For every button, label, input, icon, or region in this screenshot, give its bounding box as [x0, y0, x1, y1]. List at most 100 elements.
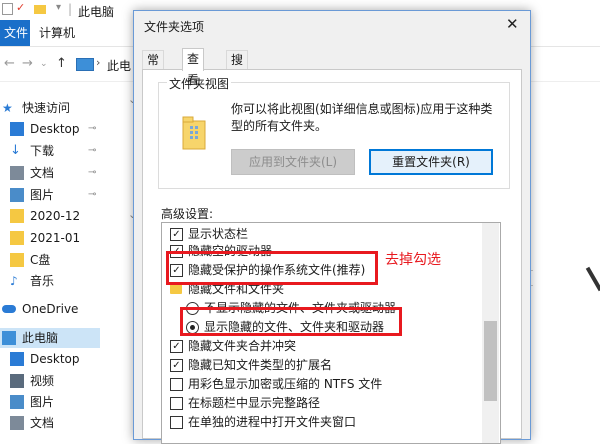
folder-view-group: 文件夹视图 你可以将此视图(如详细信息或图标)应用于这种类型的所有文件夹。 应用…: [158, 75, 510, 189]
sidebar-item-label: Desktop: [30, 122, 80, 136]
title-separator: |: [68, 2, 73, 16]
close-icon[interactable]: ✕: [506, 15, 519, 33]
pictures-icon: [10, 395, 24, 409]
sidebar-item[interactable]: 视频: [0, 371, 100, 391]
pin-icon[interactable]: ⊸: [88, 141, 96, 161]
tab-search[interactable]: 搜索: [226, 50, 249, 86]
advanced-settings-scrollbar[interactable]: [482, 223, 499, 443]
sidebar-item-label: Desktop: [30, 352, 80, 366]
folder-options-dialog: 文件夹选项 ✕ 常规 查看 搜索 文件夹视图 你可以将此视图(如详细信息或图标)…: [133, 10, 531, 444]
pin-icon[interactable]: ⊸: [88, 163, 96, 183]
advanced-option[interactable]: ✓ 隐藏文件夹合并冲突: [162, 336, 500, 356]
sidebar-item-label: 下载: [30, 144, 55, 158]
option-label: 用彩色显示加密或压缩的 NTFS 文件: [188, 377, 383, 391]
sidebar-item[interactable]: Desktop: [0, 349, 100, 369]
cloud-icon: [2, 305, 16, 313]
folder-icon: [10, 209, 24, 223]
document-icon: [10, 416, 24, 430]
folder-icon: [10, 253, 24, 267]
option-checkbox[interactable]: ✓: [170, 359, 183, 372]
option-checkbox[interactable]: [170, 416, 183, 429]
annotation-uncheck-text: 去掉勾选: [385, 252, 441, 268]
option-label: 在标题栏中显示完整路径: [188, 396, 321, 410]
sidebar-item-label: 视频: [30, 374, 55, 388]
desktop-icon: [10, 352, 24, 366]
sidebar-item[interactable]: ★ 快速访问: [0, 98, 100, 118]
sidebar-item[interactable]: ♪ 音乐: [0, 271, 100, 291]
pin-icon[interactable]: ⊸: [88, 185, 96, 205]
back-arrow-icon[interactable]: ←: [4, 56, 15, 71]
document-icon: [10, 166, 24, 180]
recent-dropdown-icon[interactable]: ⌄: [40, 59, 48, 69]
advanced-option[interactable]: 在单独的进程中打开文件夹窗口: [162, 412, 500, 432]
highlight-box-protected-files: [166, 251, 378, 285]
sidebar-item-label: 2021-01: [30, 231, 81, 245]
option-checkbox[interactable]: [170, 378, 183, 391]
sidebar-item[interactable]: C盘: [0, 250, 100, 270]
option-checkbox[interactable]: ✓: [170, 228, 183, 241]
option-label: 显示状态栏: [188, 227, 249, 241]
scrollbar-thumb[interactable]: [484, 321, 497, 401]
sidebar-item[interactable]: Desktop ⊸: [0, 119, 100, 139]
advanced-option[interactable]: 用彩色显示加密或压缩的 NTFS 文件: [162, 374, 500, 394]
folder-view-description: 你可以将此视图(如详细信息或图标)应用于这种类型的所有文件夹。: [231, 102, 493, 133]
desktop-icon: [10, 122, 24, 136]
advanced-option[interactable]: ✓ 显示状态栏: [162, 224, 500, 244]
option-checkbox[interactable]: ✓: [170, 340, 183, 353]
sidebar-item-label: 此电脑: [22, 331, 59, 345]
folder-icon: [10, 231, 24, 245]
download-icon: ↓: [10, 143, 21, 158]
sidebar-item[interactable]: 文档 ⊸: [0, 163, 100, 183]
option-checkbox[interactable]: [170, 397, 183, 410]
sidebar-item[interactable]: 图片 ⊸: [0, 185, 100, 205]
reset-folders-button[interactable]: 重置文件夹(R): [369, 149, 493, 175]
apply-to-folders-button[interactable]: 应用到文件夹(L): [231, 149, 355, 175]
computer-icon: [76, 58, 94, 71]
sidebar-item-label: 图片: [30, 395, 55, 409]
sidebar-item-label: 文档: [30, 166, 55, 180]
option-label: 在单独的进程中打开文件夹窗口: [188, 415, 357, 429]
checkmark-icon[interactable]: ✓: [16, 1, 28, 14]
navigation-pane: ★ 快速访问 Desktop ⊸ ↓ 下载 ⊸ 文档 ⊸ 图片 ⊸ 2020-12 2021-01 C盘 ♪…: [0, 90, 100, 430]
advanced-option[interactable]: ✓ 隐藏已知文件类型的扩展名: [162, 355, 500, 375]
sidebar-item-label: 音乐: [30, 274, 55, 288]
tab-view[interactable]: 查看: [182, 48, 205, 87]
star-icon: ★: [2, 101, 13, 115]
pin-icon[interactable]: ⊸: [88, 119, 96, 139]
new-folder-icon[interactable]: [34, 5, 46, 14]
video-icon: [10, 374, 24, 388]
sidebar-item[interactable]: 此电脑: [0, 328, 100, 348]
sidebar-item[interactable]: ↓ 下载 ⊸: [0, 141, 100, 161]
sidebar-item-label: C盘: [30, 253, 51, 267]
option-label: 隐藏文件夹合并冲突: [188, 339, 297, 353]
advanced-option[interactable]: 在标题栏中显示完整路径: [162, 393, 500, 413]
sidebar-item-label: 快速访问: [22, 101, 71, 115]
sidebar-item-label: 图片: [30, 188, 55, 202]
sidebar-item[interactable]: OneDrive: [0, 299, 100, 319]
ribbon-tab-file[interactable]: 文件: [0, 20, 30, 46]
pictures-icon: [10, 188, 24, 202]
quick-access-dropdown-icon[interactable]: ▾: [56, 2, 61, 13]
sidebar-item[interactable]: 图片: [0, 392, 100, 412]
sidebar-item-label: OneDrive: [22, 302, 79, 316]
forward-arrow-icon[interactable]: →: [22, 56, 33, 71]
up-arrow-icon[interactable]: ↑: [56, 56, 67, 71]
sidebar-item[interactable]: 2020-12: [0, 206, 100, 226]
computer-icon: [2, 331, 16, 345]
sidebar-item[interactable]: 文档: [0, 413, 100, 433]
folder-view-icon: [182, 116, 206, 150]
dialog-title: 文件夹选项: [144, 20, 205, 34]
highlight-box-show-hidden: [180, 307, 402, 336]
tab-general[interactable]: 常规: [142, 50, 165, 86]
ribbon-tab-computer[interactable]: 计算机: [39, 20, 75, 46]
sidebar-item[interactable]: 2021-01: [0, 228, 100, 248]
option-label: 隐藏已知文件类型的扩展名: [188, 358, 333, 372]
explorer-title: 此电脑: [78, 5, 115, 19]
folder-icon: [170, 284, 182, 294]
music-icon: ♪: [10, 274, 18, 288]
properties-icon[interactable]: [2, 3, 13, 15]
breadcrumb[interactable]: 此电: [107, 57, 131, 74]
advanced-settings-label: 高级设置:: [161, 207, 214, 221]
sidebar-item-label: 2020-12: [30, 209, 81, 223]
sidebar-item-label: 文档: [30, 416, 55, 430]
